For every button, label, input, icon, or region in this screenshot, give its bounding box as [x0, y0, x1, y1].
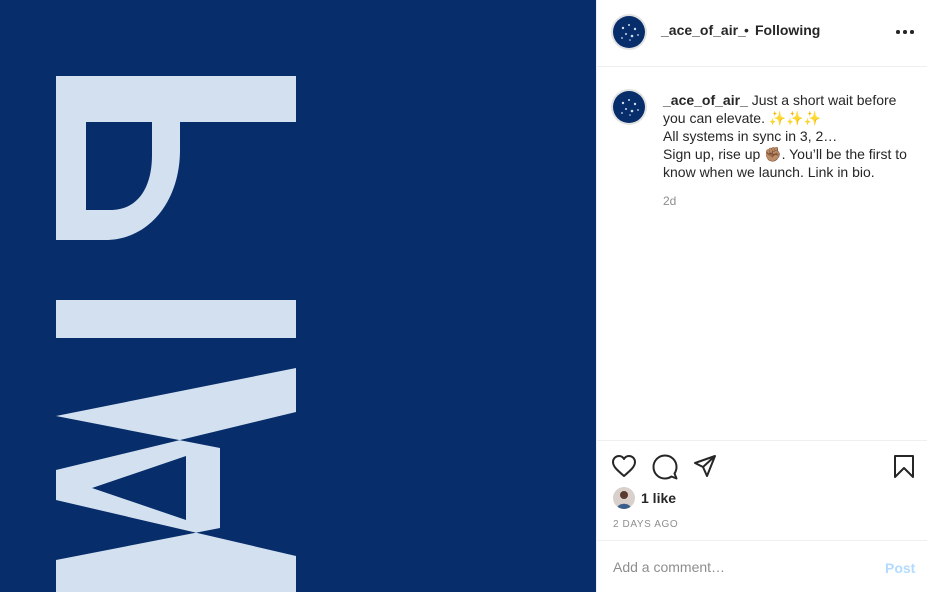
more-horizontal-icon[interactable]	[895, 26, 915, 36]
bookmark-icon[interactable]	[893, 454, 915, 479]
author-avatar[interactable]	[613, 16, 645, 48]
comment-bubble-icon[interactable]	[652, 454, 678, 480]
heart-icon[interactable]	[611, 454, 637, 478]
post-image[interactable]	[0, 0, 596, 592]
caption-text: _ace_of_air_ Just a short wait before yo…	[663, 91, 913, 181]
header-separator: •	[744, 22, 749, 38]
comment-input[interactable]	[613, 555, 863, 579]
person-avatar-icon	[617, 491, 631, 509]
air-graphic	[56, 76, 296, 592]
caption-avatar[interactable]	[613, 91, 645, 123]
paper-plane-icon[interactable]	[693, 454, 717, 478]
letter-i	[56, 300, 296, 338]
add-comment-bar: Post	[597, 540, 927, 592]
letter-r	[56, 76, 296, 240]
following-button[interactable]: Following	[755, 22, 820, 38]
caption-username[interactable]: _ace_of_air_	[663, 92, 748, 108]
caption-line-3: Sign up, rise up ✊🏽. You’ll be the first…	[663, 146, 907, 180]
likes-count[interactable]: 1 like	[641, 490, 676, 506]
constellation-icon	[621, 99, 639, 116]
air-letters	[56, 76, 296, 592]
caption-line-2: All systems in sync in 3, 2…	[663, 128, 838, 144]
posted-date[interactable]: 2 DAYS AGO	[613, 519, 678, 530]
post-viewer: _ace_of_air_ • Following _ace_of_air_ Ju…	[0, 0, 927, 592]
author-username[interactable]: _ace_of_air_	[661, 22, 746, 38]
liker-avatar[interactable]	[613, 487, 635, 509]
constellation-icon	[621, 24, 639, 41]
post-header: _ace_of_air_ • Following	[597, 0, 927, 67]
letter-a	[56, 368, 296, 592]
caption-comment: _ace_of_air_ Just a short wait before yo…	[597, 67, 927, 440]
post-sidebar: _ace_of_air_ • Following _ace_of_air_ Ju…	[596, 0, 927, 592]
caption-timestamp[interactable]: 2d	[663, 194, 676, 208]
action-bar: 1 like 2 DAYS AGO	[597, 440, 927, 540]
post-button[interactable]: Post	[885, 560, 915, 576]
